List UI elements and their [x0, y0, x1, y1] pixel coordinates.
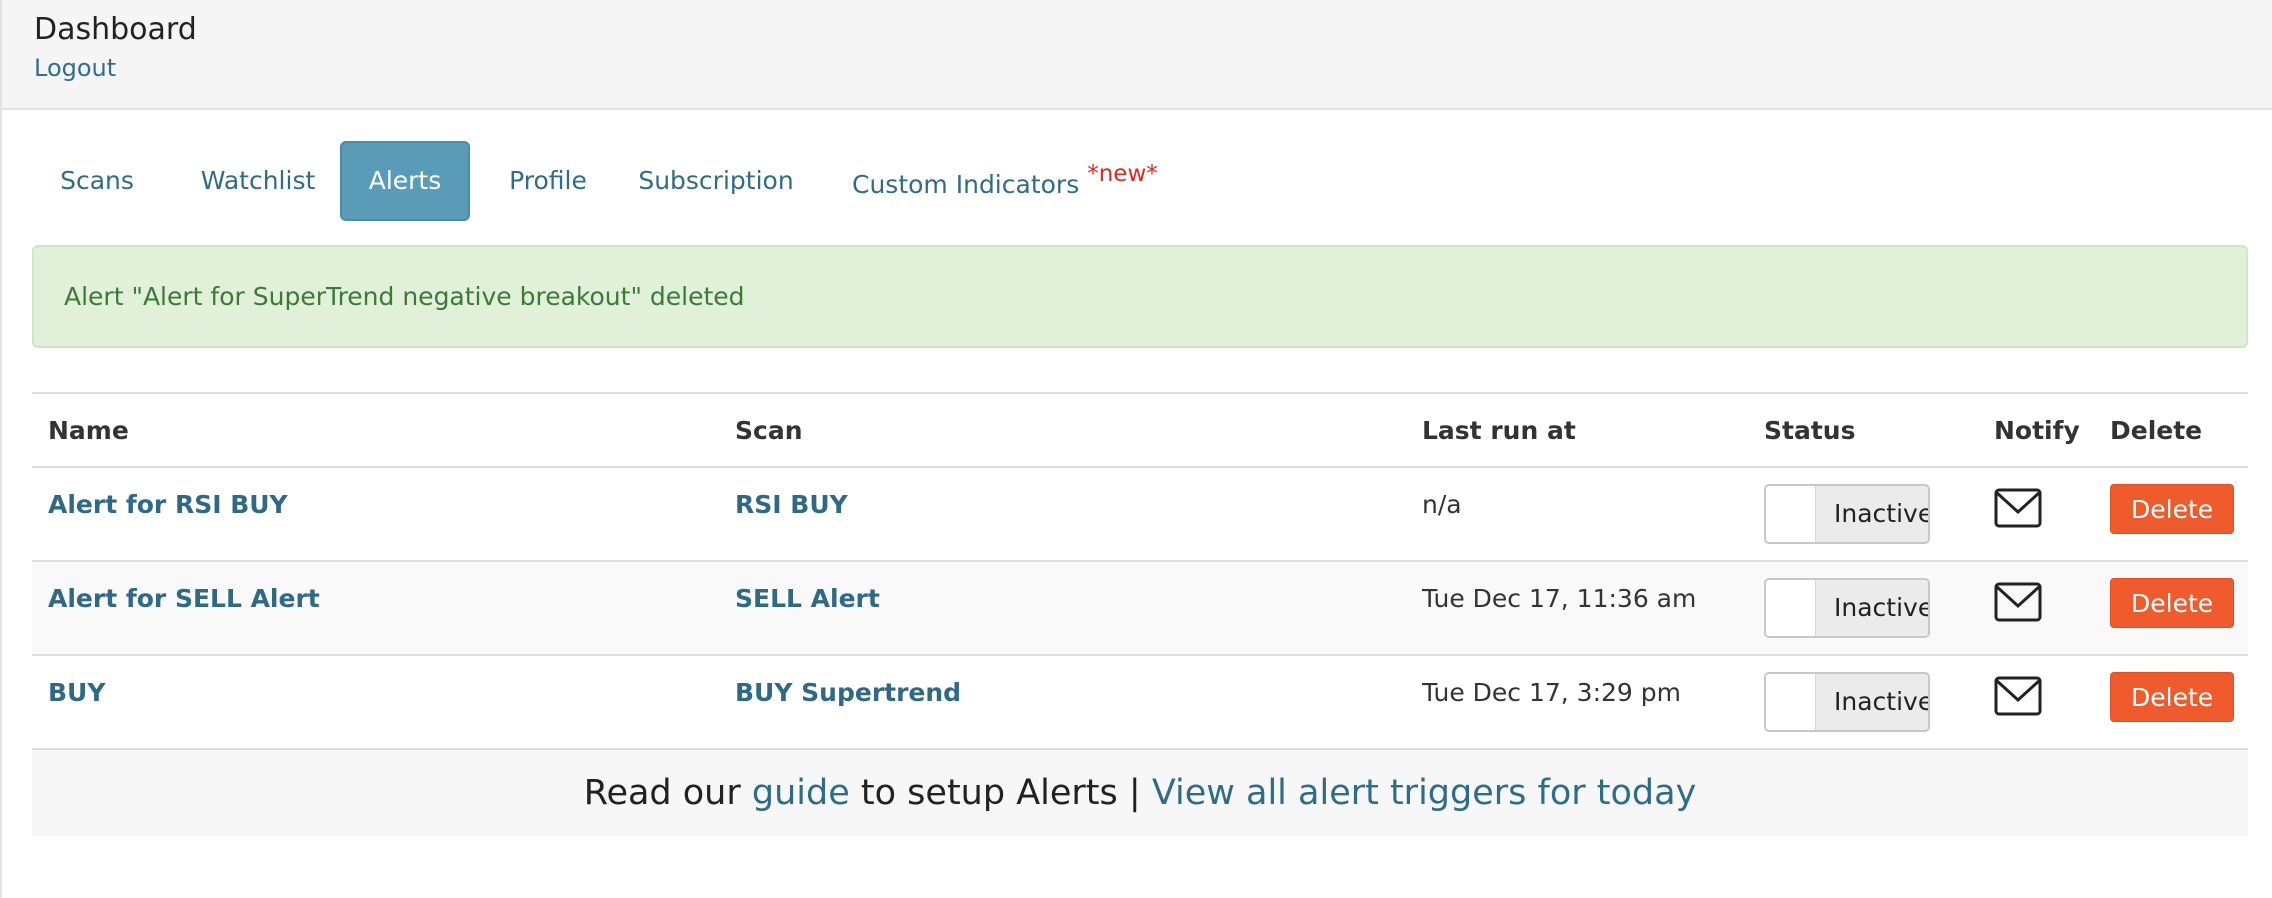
tab-label: Subscription — [638, 166, 794, 195]
tab-label: Custom Indicators — [852, 170, 1080, 199]
alert-name-link[interactable]: BUY — [48, 678, 105, 707]
status-toggle[interactable]: Inactive — [1764, 672, 1930, 732]
column-header-last-run: Last run at — [1422, 415, 1576, 445]
footer-prefix: Read our — [583, 773, 741, 813]
last-run-cell: Tue Dec 17, 11:36 am — [1422, 584, 1697, 613]
envelope-icon[interactable] — [1994, 582, 2042, 622]
last-run-cell: Tue Dec 17, 3:29 pm — [1422, 678, 1681, 707]
status-label: Inactive — [1834, 687, 1930, 716]
column-header-status: Status — [1764, 415, 1856, 445]
table-row: Alert for RSI BUY RSI BUY n/a Inactive D… — [32, 467, 2248, 561]
tab-watchlist[interactable]: Watchlist — [177, 141, 339, 221]
tab-alerts[interactable]: Alerts — [340, 141, 470, 221]
tab-custom-indicators[interactable]: Custom Indicators *new* — [852, 141, 1192, 221]
alert-name-link[interactable]: Alert for RSI BUY — [48, 490, 288, 519]
top-bar: Dashboard Logout — [0, 0, 2272, 110]
last-run-cell: n/a — [1422, 490, 1462, 519]
tab-label: Profile — [509, 166, 587, 195]
scan-name-link[interactable]: RSI BUY — [735, 490, 848, 519]
toggle-knob — [1766, 486, 1816, 542]
tab-label: Watchlist — [200, 166, 316, 195]
toggle-knob — [1766, 674, 1816, 730]
page-title: Dashboard — [34, 12, 197, 47]
tab-subscription[interactable]: Subscription — [626, 141, 806, 221]
alert-name-link[interactable]: Alert for SELL Alert — [48, 584, 320, 613]
tab-scans[interactable]: Scans — [32, 141, 162, 221]
envelope-icon[interactable] — [1994, 488, 2042, 528]
envelope-icon[interactable] — [1994, 676, 2042, 716]
scan-name-link[interactable]: SELL Alert — [735, 584, 880, 613]
guide-link[interactable]: guide — [752, 773, 850, 813]
scan-name-link[interactable]: BUY Supertrend — [735, 678, 961, 707]
footer-middle: to setup Alerts | — [860, 773, 1141, 813]
table-row: Alert for SELL Alert SELL Alert Tue Dec … — [32, 561, 2248, 655]
table-row: BUY BUY Supertrend Tue Dec 17, 3:29 pm I… — [32, 655, 2248, 749]
view-triggers-link[interactable]: View all alert triggers for today — [1152, 773, 1696, 813]
column-header-delete: Delete — [2110, 415, 2203, 445]
status-toggle[interactable]: Inactive — [1764, 578, 1930, 638]
delete-button[interactable]: Delete — [2110, 578, 2235, 628]
footer-help: Read our guide to setup Alerts | View al… — [32, 750, 2248, 836]
alerts-table: Name Scan Last run at Status Notify Dele… — [32, 392, 2248, 750]
status-label: Inactive — [1834, 593, 1930, 622]
tab-profile[interactable]: Profile — [478, 141, 618, 221]
tab-label: Alerts — [368, 166, 442, 195]
new-badge: *new* — [1087, 161, 1158, 187]
status-toggle[interactable]: Inactive — [1764, 484, 1930, 544]
tab-label: Scans — [60, 166, 134, 195]
column-header-notify: Notify — [1994, 415, 2080, 445]
logout-link[interactable]: Logout — [34, 54, 116, 82]
column-header-name: Name — [48, 415, 129, 445]
success-alert: Alert "Alert for SuperTrend negative bre… — [32, 245, 2248, 348]
toggle-knob — [1766, 580, 1816, 636]
delete-button[interactable]: Delete — [2110, 672, 2235, 722]
left-divider — [0, 110, 2, 898]
column-header-scan: Scan — [735, 415, 803, 445]
status-label: Inactive — [1834, 499, 1930, 528]
delete-button[interactable]: Delete — [2110, 484, 2235, 534]
table-header-row: Name Scan Last run at Status Notify Dele… — [32, 393, 2248, 467]
